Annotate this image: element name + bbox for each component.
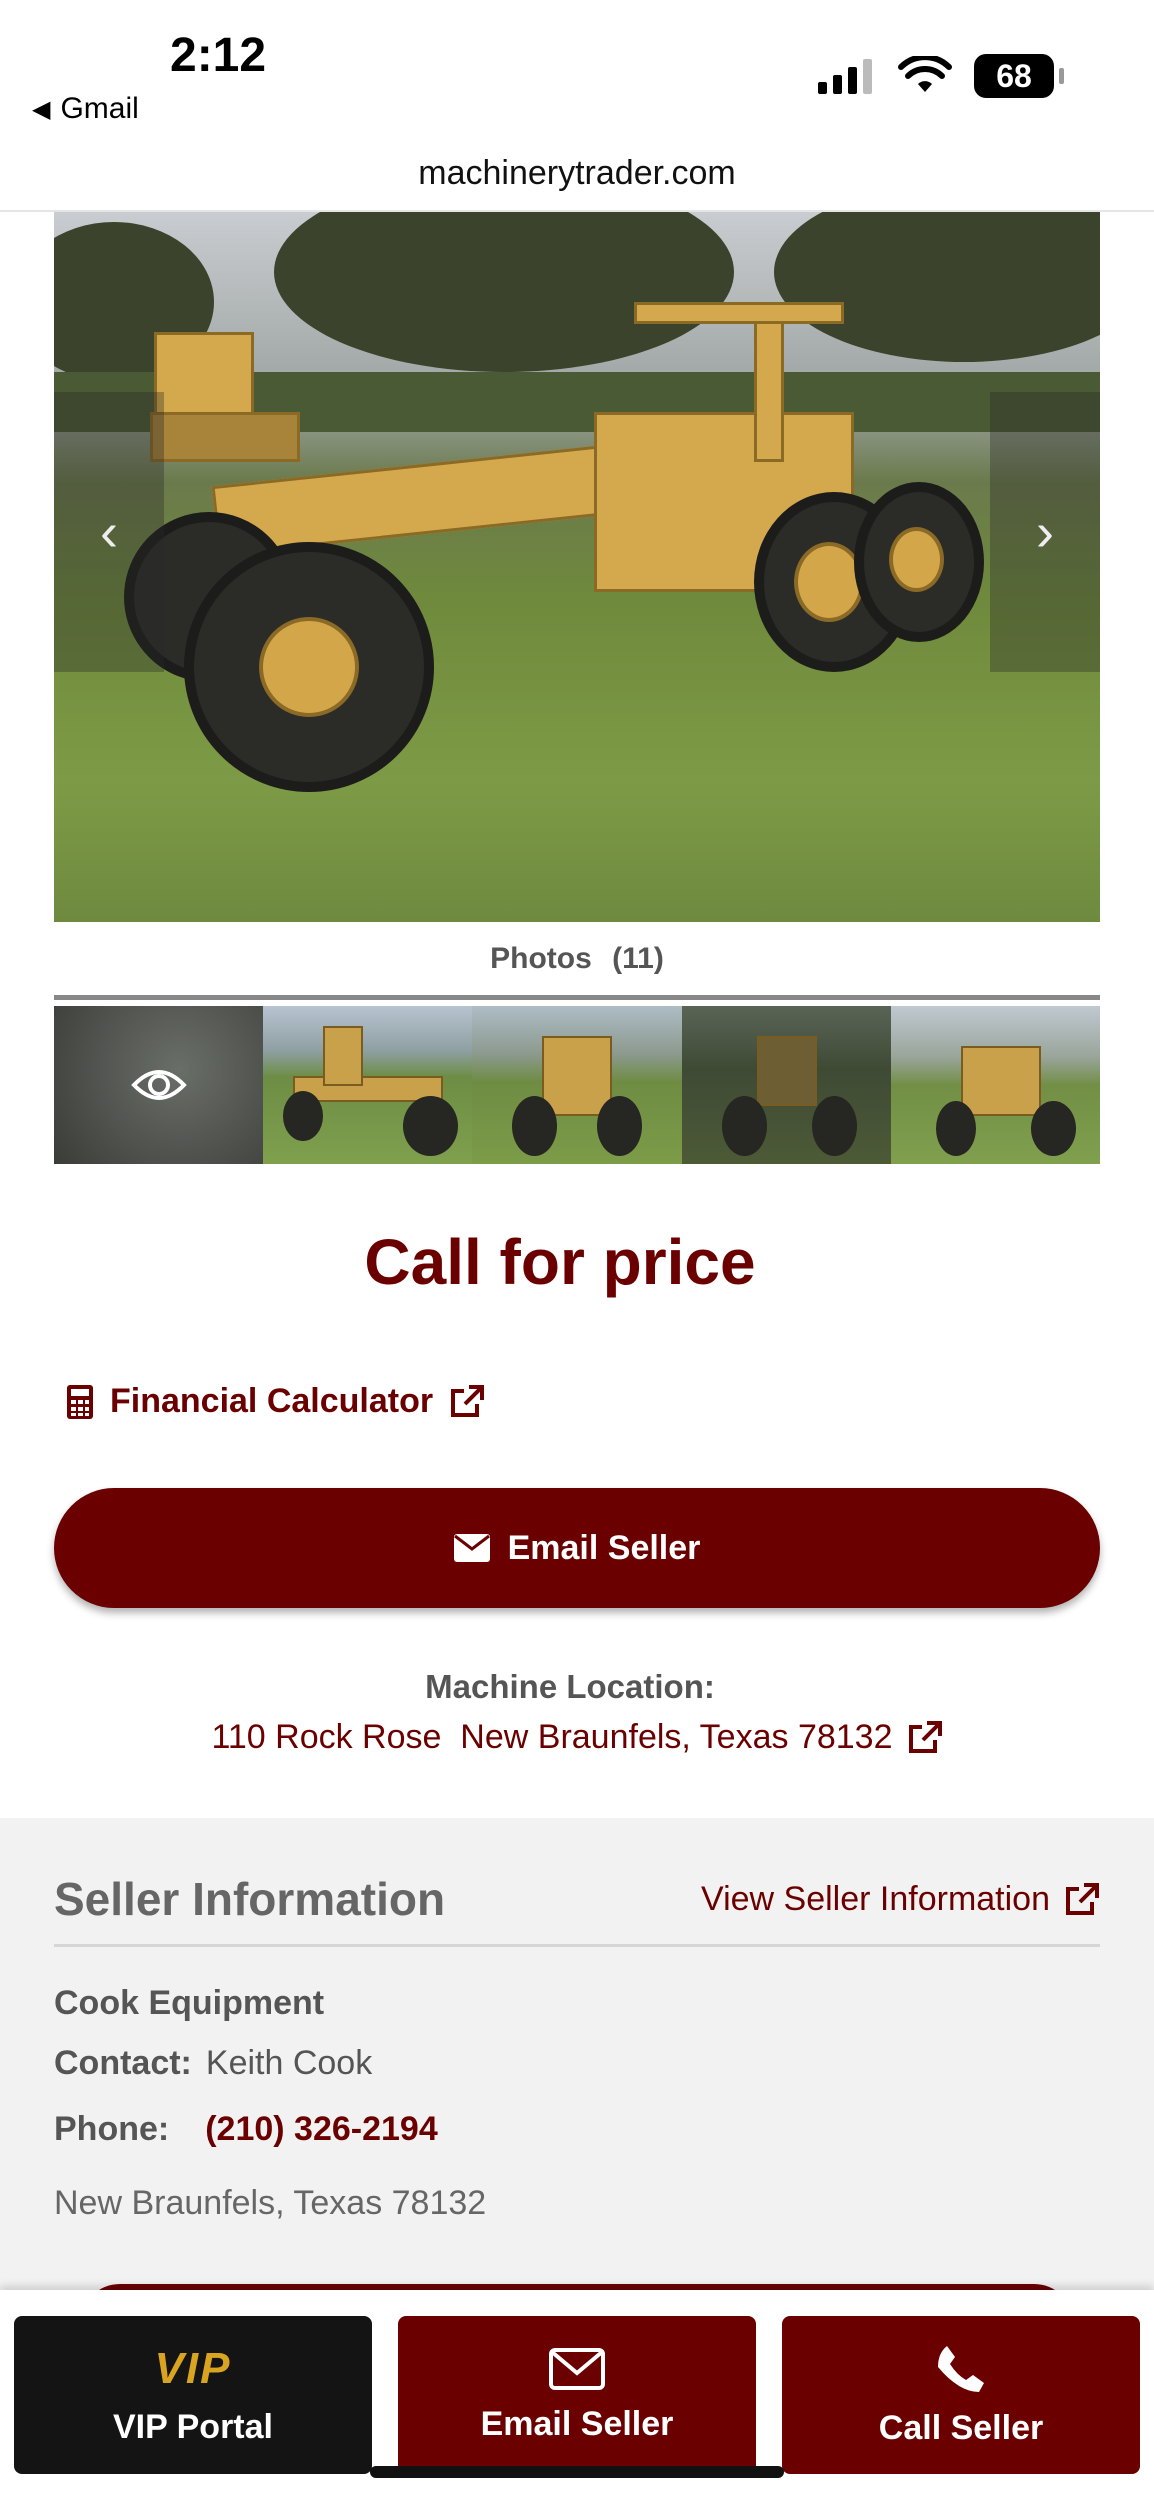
price-label: Call for price <box>364 1226 756 1298</box>
external-link-icon <box>908 1720 942 1753</box>
status-time: 2:12 <box>170 29 267 82</box>
phone-icon <box>938 2345 984 2392</box>
bottom-email-seller-button[interactable]: Email Seller <box>398 2316 756 2474</box>
chevron-left-icon: ‹ <box>100 502 118 562</box>
external-link-icon <box>1066 1882 1099 1915</box>
seller-information-title: Seller Information <box>54 1873 446 1925</box>
back-triangle-icon: ◀ <box>32 95 51 123</box>
photo-thumbnail[interactable] <box>890 1006 1101 1164</box>
vip-logo: VIP <box>154 2343 232 2393</box>
photos-label: Photos <box>490 942 592 975</box>
machine-location-address: 110 Rock Rose New Braunfels, Texas 78132 <box>211 1718 893 1756</box>
gallery-divider <box>54 995 1100 1000</box>
financial-calculator-link[interactable]: Financial Calculator <box>66 1382 485 1421</box>
email-seller-label: Email Seller <box>507 1528 701 1567</box>
seller-contact: Contact: Keith Cook <box>54 2044 372 2083</box>
eye-icon <box>130 1070 187 1100</box>
thumbnail-strip <box>54 1006 1101 1164</box>
external-link-icon <box>451 1384 485 1417</box>
envelope-icon <box>453 1534 490 1562</box>
home-indicator <box>370 2466 784 2478</box>
photos-count-label: Photos (11) <box>0 942 1154 976</box>
photo-thumbnail[interactable] <box>472 1006 682 1164</box>
vip-portal-button[interactable]: VIP VIP Portal <box>14 2316 372 2474</box>
phone-link[interactable]: (210) 326-2194 <box>205 2110 438 2149</box>
envelope-icon <box>549 2347 605 2390</box>
email-seller-button[interactable]: Email Seller <box>54 1488 1100 1608</box>
call-seller-label: Call Seller <box>878 2408 1044 2447</box>
cellular-signal-icon <box>818 59 872 94</box>
photo-thumbnail[interactable] <box>681 1006 891 1164</box>
seller-city: New Braunfels, Texas 78132 <box>54 2184 487 2222</box>
previous-photo-button[interactable]: ‹ <box>54 392 164 672</box>
back-to-app-button[interactable]: ◀ Gmail <box>32 92 139 126</box>
photos-count: (11) <box>612 942 664 975</box>
contact-label: Contact: <box>54 2044 192 2082</box>
machine-location-label: Machine Location: <box>425 1668 715 1705</box>
view-seller-information-label: View Seller Information <box>701 1880 1050 1918</box>
wifi-icon <box>898 56 952 92</box>
status-icons: 68 <box>816 54 1064 98</box>
seller-name: Cook Equipment <box>54 1984 325 2022</box>
financial-calculator-label: Financial Calculator <box>110 1382 434 1420</box>
phone-label: Phone: <box>54 2110 170 2148</box>
call-seller-button[interactable]: Call Seller <box>782 2316 1140 2474</box>
address-bar-url[interactable]: machinerytrader.com <box>0 154 1154 193</box>
back-app-label: Gmail <box>60 92 139 125</box>
bottom-email-seller-label: Email Seller <box>480 2404 674 2443</box>
view-all-photos-thumbnail[interactable] <box>54 1006 264 1164</box>
next-photo-button[interactable]: › <box>990 392 1100 672</box>
battery-icon: 68 <box>974 54 1064 98</box>
view-seller-information-link[interactable]: View Seller Information <box>701 1880 1100 1919</box>
calculator-icon <box>67 1384 93 1419</box>
seller-divider <box>54 1944 1100 1947</box>
vip-portal-label: VIP Portal <box>113 2407 273 2446</box>
photo-thumbnail[interactable] <box>263 1006 473 1164</box>
machine-location-link[interactable]: 110 Rock Rose New Braunfels, Texas 78132 <box>0 1718 1154 1757</box>
main-photo[interactable]: ‹ › <box>54 212 1100 922</box>
seller-phone: Phone: (210) 326-2194 <box>54 2110 438 2149</box>
chevron-right-icon: › <box>1036 502 1054 562</box>
contact-value: Keith Cook <box>205 2044 373 2082</box>
